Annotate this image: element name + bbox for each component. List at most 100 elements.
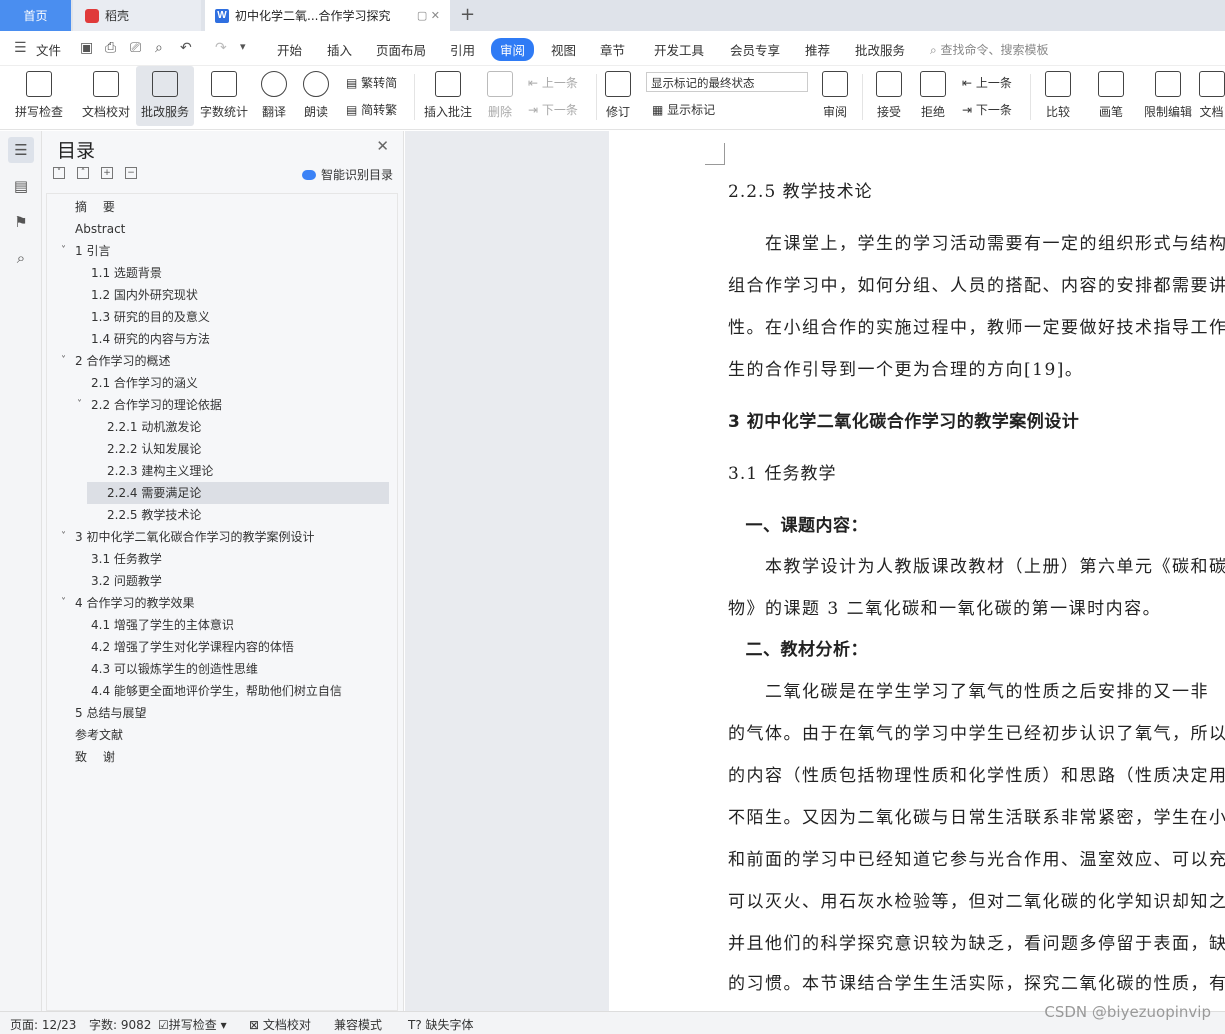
pen-button[interactable]: 画笔: [1094, 66, 1128, 126]
menu-page-layout[interactable]: 页面布局: [376, 40, 426, 59]
menu-review[interactable]: 审阅: [491, 38, 535, 61]
expand-chevron-icon[interactable]: ˅: [61, 526, 66, 548]
toc-item[interactable]: 2 合作学习的概述: [75, 350, 170, 372]
menu-recommend[interactable]: 推荐: [805, 40, 830, 59]
tab-close-icon[interactable]: ▢ ✕: [417, 9, 440, 22]
chapter-nav-icon[interactable]: ▤: [8, 173, 34, 199]
word-count-indicator[interactable]: 字数: 9082: [89, 1016, 151, 1033]
expand-chevron-icon[interactable]: ˅: [61, 240, 66, 262]
tab-document[interactable]: W 初中化学二氧...合作学习探究 ▢ ✕: [205, 0, 450, 31]
toc-item[interactable]: 1.2 国内外研究现状: [91, 284, 198, 306]
toc-item[interactable]: 2.2.2 认知发展论: [107, 438, 201, 460]
print-icon[interactable]: ⎚: [130, 40, 141, 56]
spell-check-button[interactable]: 拼写检查: [8, 66, 70, 126]
tab-home[interactable]: 首页: [0, 0, 71, 31]
jian-to-fan-button[interactable]: ▤ 简转繁: [346, 101, 397, 118]
toc-item[interactable]: 致 谢: [75, 746, 115, 768]
redo-icon[interactable]: ↷: [215, 40, 227, 56]
expand-chevron-icon[interactable]: ˅: [61, 350, 66, 372]
toc-item[interactable]: 3.2 问题教学: [91, 570, 162, 592]
translate-button[interactable]: 翻译: [254, 66, 294, 126]
status-spell-check[interactable]: ☑拼写检查 ▾: [158, 1016, 227, 1033]
status-doc-proof[interactable]: ⊠ 文档校对: [249, 1016, 311, 1033]
new-tab-icon[interactable]: +: [460, 4, 475, 25]
document-page[interactable]: 2.2.5 教学技术论 在课堂上，学生的学习活动需要有一定的组织形式与结构 组合作…: [609, 131, 1225, 1011]
menu-member[interactable]: 会员专享: [730, 40, 780, 59]
tab-daoke[interactable]: 稻壳: [73, 0, 201, 31]
insert-comment-button[interactable]: 插入批注: [420, 66, 476, 126]
correction-service-button[interactable]: 批改服务: [136, 66, 194, 126]
toc-item[interactable]: 3.1 任务教学: [91, 548, 162, 570]
menu-file[interactable]: 文件: [36, 40, 61, 59]
compat-mode[interactable]: 兼容模式: [334, 1016, 382, 1033]
toc-item[interactable]: 1 引言: [75, 240, 110, 262]
read-aloud-label: 朗读: [303, 105, 328, 119]
save-icon[interactable]: ▣: [80, 40, 93, 56]
toc-item[interactable]: 2.2.3 建构主义理论: [107, 460, 213, 482]
toc-item[interactable]: 4.3 可以锻炼学生的创造性思维: [91, 658, 258, 680]
page-indicator[interactable]: 页面: 12/23: [10, 1016, 76, 1033]
toc-item[interactable]: 3 初中化学二氧化碳合作学习的教学案例设计: [75, 526, 314, 548]
menu-dev-tools[interactable]: 开发工具: [654, 40, 704, 59]
toc-item[interactable]: 2.2.4 需要满足论: [87, 482, 389, 504]
expand-level-icon[interactable]: ˄: [77, 167, 89, 179]
toc-item[interactable]: 参考文献: [75, 724, 123, 746]
prev-change-button[interactable]: ⇤ 上一条: [962, 74, 1012, 91]
menu-chapter[interactable]: 章节: [600, 40, 625, 59]
next-change-button[interactable]: ⇥ 下一条: [962, 101, 1012, 118]
toc-item[interactable]: 1.4 研究的内容与方法: [91, 328, 210, 350]
command-search[interactable]: ⌕ 查找命令、搜索模板: [930, 41, 1049, 58]
toc-item[interactable]: 4.1 增强了学生的主体意识: [91, 614, 234, 636]
collapse-all-icon[interactable]: ˅: [53, 167, 65, 179]
reject-button[interactable]: 拒绝: [914, 66, 952, 126]
doc-proof-button[interactable]: 文档校对: [78, 66, 134, 126]
customize-chevron-icon[interactable]: ▾: [240, 40, 246, 53]
translate-icon: [261, 71, 287, 97]
remove-heading-icon[interactable]: −: [125, 167, 137, 179]
next-comment-button[interactable]: ⇥ 下一条: [528, 101, 578, 118]
show-markup-button[interactable]: ▦ 显示标记: [652, 101, 715, 118]
compare-button[interactable]: 比较: [1038, 66, 1078, 126]
bookmark-icon[interactable]: ⚑: [8, 209, 34, 235]
menu-start[interactable]: 开始: [277, 40, 302, 59]
toc-item[interactable]: 4.4 能够更全面地评价学生，帮助他们树立自信: [91, 680, 342, 702]
toc-item[interactable]: 4 合作学习的教学效果: [75, 592, 194, 614]
word-count-button[interactable]: 字数统计: [198, 66, 250, 126]
menu-correction[interactable]: 批改服务: [855, 40, 905, 59]
expand-chevron-icon[interactable]: ˅: [61, 592, 66, 614]
add-heading-icon[interactable]: +: [101, 167, 113, 179]
missing-font[interactable]: T? 缺失字体: [408, 1016, 474, 1033]
toc-item[interactable]: 摘 要: [75, 196, 115, 218]
restrict-edit-button[interactable]: 限制编辑: [1140, 66, 1196, 126]
undo-icon[interactable]: ↶: [180, 40, 192, 56]
expand-chevron-icon[interactable]: ˅: [77, 394, 82, 416]
menu-view[interactable]: 视图: [551, 40, 576, 59]
smart-toc-button[interactable]: 智能识别目录: [301, 166, 393, 183]
toc-panel-icon[interactable]: ☰: [8, 137, 34, 163]
delete-comment-button[interactable]: 删除: [480, 66, 520, 126]
prev-comment-button[interactable]: ⇤ 上一条: [528, 74, 578, 91]
doc-permission-button[interactable]: 文档: [1198, 66, 1225, 126]
find-icon[interactable]: ⌕: [8, 245, 34, 271]
toc-item[interactable]: 1.3 研究的目的及意义: [91, 306, 210, 328]
read-aloud-button[interactable]: 朗读: [298, 66, 334, 126]
review-pane-button[interactable]: 审阅: [816, 66, 854, 126]
print-preview-icon[interactable]: ⌕: [155, 40, 163, 56]
toc-item[interactable]: 2.2 合作学习的理论依据: [91, 394, 222, 416]
accept-button[interactable]: 接受: [870, 66, 908, 126]
close-icon[interactable]: ✕: [376, 137, 389, 155]
toc-item[interactable]: 2.1 合作学习的涵义: [91, 372, 198, 394]
toc-item[interactable]: 2.2.5 教学技术论: [107, 504, 201, 526]
toc-item[interactable]: 1.1 选题背景: [91, 262, 162, 284]
hamburger-icon[interactable]: ☰: [14, 40, 27, 56]
toc-item[interactable]: Abstract: [75, 218, 125, 240]
toc-item[interactable]: 4.2 增强了学生对化学课程内容的体悟: [91, 636, 294, 658]
markup-state-select[interactable]: 显示标记的最终状态: [646, 72, 808, 92]
fan-to-jian-button[interactable]: ▤ 繁转简: [346, 74, 397, 91]
track-changes-button[interactable]: 修订: [600, 66, 636, 126]
menu-reference[interactable]: 引用: [450, 40, 475, 59]
toc-item[interactable]: 5 总结与展望: [75, 702, 146, 724]
menu-insert[interactable]: 插入: [327, 40, 352, 59]
toc-item[interactable]: 2.2.1 动机激发论: [107, 416, 201, 438]
export-icon[interactable]: ⎙: [105, 40, 116, 56]
